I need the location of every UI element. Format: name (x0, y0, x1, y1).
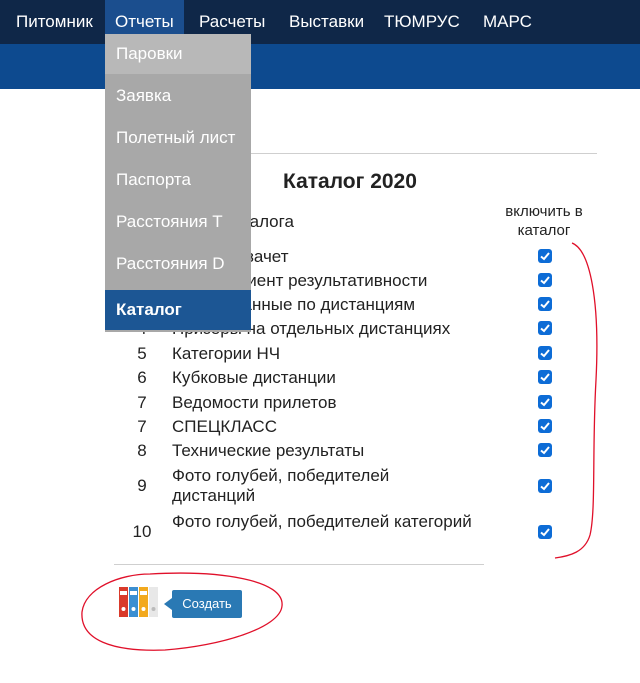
reports-dropdown-menu: Паровки Заявка Полетный лист Паспорта Ра… (105, 34, 251, 332)
menu-item-pasporta[interactable]: Паспорта (105, 160, 251, 200)
menu-item-zayavka[interactable]: Заявка (105, 76, 251, 116)
menu-item-katalog[interactable]: Каталог (105, 290, 251, 330)
menu-item-rasstoyaniya-d[interactable]: Расстояния D (105, 244, 251, 284)
menu-item-rasstoyaniya-t[interactable]: Расстояния Т (105, 202, 251, 242)
menu-item-parovki[interactable]: Паровки (105, 34, 251, 74)
menu-item-poletnyi-list[interactable]: Полетный лист (105, 118, 251, 158)
annotation-marks (81, 242, 598, 651)
